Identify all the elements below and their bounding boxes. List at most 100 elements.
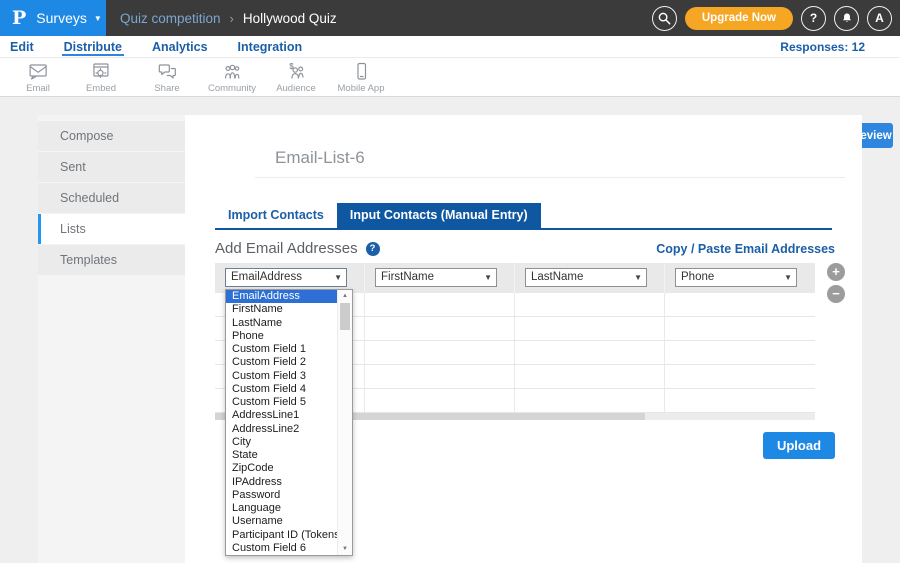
minus-icon: − [832, 286, 840, 301]
field-dropdown-list: EmailAddress FirstName LastName Phone Cu… [225, 289, 353, 556]
account-avatar[interactable]: A [867, 6, 892, 31]
remove-row-button[interactable]: − [827, 285, 845, 303]
contact-cell[interactable] [665, 389, 815, 412]
dropdown-option-addressline2[interactable]: AddressLine2 [226, 423, 337, 436]
nav-item-analytics[interactable]: Analytics [150, 39, 210, 56]
sidebar-item-compose[interactable]: Compose [38, 121, 185, 151]
dropdown-option-custom-field-2[interactable]: Custom Field 2 [226, 356, 337, 369]
contact-cell[interactable] [665, 317, 815, 340]
tool-mobile-app[interactable]: Mobile App [337, 61, 384, 94]
dropdown-option-custom-field-1[interactable]: Custom Field 1 [226, 343, 337, 356]
tool-share[interactable]: Share [154, 61, 179, 94]
sidebar-item-label: Sent [60, 160, 86, 174]
responses-count[interactable]: Responses: 12 [780, 36, 865, 58]
questionpro-logo-icon: P [12, 7, 26, 29]
contact-cell[interactable] [365, 365, 515, 388]
select-caret-icon: ▼ [784, 269, 792, 286]
help-tooltip-icon[interactable]: ? [366, 242, 380, 256]
distribute-toolbar: Email Embed Share Community $ Audience M… [0, 58, 900, 97]
email-panel: Compose Sent Scheduled Lists Templates E… [38, 115, 862, 563]
dropdown-option-custom-field-3[interactable]: Custom Field 3 [226, 370, 337, 383]
contact-cell[interactable] [665, 341, 815, 364]
app-window: P Surveys ▼ Quiz competition › Hollywood… [0, 0, 900, 563]
field-select-column-2[interactable]: FirstName ▼ [375, 268, 497, 287]
sidebar-item-scheduled[interactable]: Scheduled [38, 183, 185, 213]
notifications-button[interactable] [834, 6, 859, 31]
tool-email[interactable]: Email [26, 61, 50, 94]
add-row-button[interactable]: + [827, 263, 845, 281]
contact-cell[interactable] [515, 341, 665, 364]
tool-audience[interactable]: $ Audience [276, 61, 316, 94]
nav-item-distribute[interactable]: Distribute [62, 39, 124, 56]
tool-label: Mobile App [337, 83, 384, 94]
chevron-down-icon: ▼ [94, 14, 102, 23]
surveys-menu[interactable]: P Surveys ▼ [0, 0, 106, 36]
field-select-column-4[interactable]: Phone ▼ [675, 268, 797, 287]
contact-cell[interactable] [515, 317, 665, 340]
tool-community[interactable]: Community [208, 61, 256, 94]
dropdown-scrollbar[interactable]: ▲ ▼ [337, 290, 352, 555]
dropdown-option-emailaddress[interactable]: EmailAddress [226, 290, 337, 303]
help-button[interactable]: ? [801, 6, 826, 31]
search-button[interactable] [652, 6, 677, 31]
breadcrumb-separator-icon: › [230, 11, 234, 26]
sidebar-item-templates[interactable]: Templates [38, 245, 185, 275]
field-select-column-1[interactable]: EmailAddress ▼ [225, 268, 347, 287]
contact-cell[interactable] [515, 293, 665, 316]
scroll-up-icon[interactable]: ▲ [338, 290, 352, 302]
dropdown-option-state[interactable]: State [226, 449, 337, 462]
tab-import-contacts[interactable]: Import Contacts [215, 203, 337, 228]
dropdown-option-ipaddress[interactable]: IPAddress [226, 476, 337, 489]
contact-cell[interactable] [365, 317, 515, 340]
tab-input-contacts-manual[interactable]: Input Contacts (Manual Entry) [337, 203, 541, 228]
contact-cell[interactable] [665, 365, 815, 388]
sidebar-item-sent[interactable]: Sent [38, 152, 185, 182]
nav-item-edit[interactable]: Edit [8, 39, 36, 56]
dropdown-option-custom-field-4[interactable]: Custom Field 4 [226, 383, 337, 396]
upgrade-now-button[interactable]: Upgrade Now [685, 7, 793, 30]
header-cell: LastName ▼ [515, 263, 665, 293]
field-select-column-3[interactable]: LastName ▼ [525, 268, 647, 287]
contact-cell[interactable] [515, 365, 665, 388]
topbar-actions: Upgrade Now ? A [652, 0, 892, 36]
dropdown-option-custom-field-6[interactable]: Custom Field 6 [226, 542, 337, 555]
sidebar-item-lists[interactable]: Lists [38, 214, 185, 244]
list-title: Email-List-6 [275, 148, 365, 168]
dropdown-option-zipcode[interactable]: ZipCode [226, 462, 337, 475]
contact-cell[interactable] [365, 389, 515, 412]
breadcrumb-survey-name[interactable]: Quiz competition [120, 11, 221, 26]
dropdown-option-custom-field-5[interactable]: Custom Field 5 [226, 396, 337, 409]
sidebar-item-label: Compose [60, 129, 114, 143]
bell-icon [840, 11, 854, 25]
sidebar-item-label: Templates [60, 253, 117, 267]
avatar-initial: A [875, 11, 884, 25]
embed-icon [90, 61, 112, 82]
dropdown-option-username[interactable]: Username [226, 515, 337, 528]
tool-label: Embed [86, 83, 116, 94]
scrollbar-thumb[interactable] [340, 303, 350, 330]
nav-items: Edit Distribute Analytics Integration [8, 36, 304, 58]
dropdown-option-firstname[interactable]: FirstName [226, 303, 337, 316]
contact-cell[interactable] [665, 293, 815, 316]
contact-cell[interactable] [365, 293, 515, 316]
dropdown-option-phone[interactable]: Phone [226, 330, 337, 343]
upload-button[interactable]: Upload [763, 432, 835, 459]
dropdown-option-participant-id[interactable]: Participant ID (Tokens) [226, 529, 337, 542]
nav-item-integration[interactable]: Integration [236, 39, 305, 56]
dropdown-option-password[interactable]: Password [226, 489, 337, 502]
tool-embed[interactable]: Embed [86, 61, 116, 94]
selected-field: LastName [531, 271, 583, 283]
dropdown-option-lastname[interactable]: LastName [226, 317, 337, 330]
sidebar-item-label: Scheduled [60, 191, 119, 205]
tool-label: Share [154, 83, 179, 94]
scroll-down-icon[interactable]: ▼ [338, 543, 352, 555]
copy-paste-email-link[interactable]: Copy / Paste Email Addresses [656, 242, 835, 256]
dropdown-option-language[interactable]: Language [226, 502, 337, 515]
contacts-tabs: Import Contacts Input Contacts (Manual E… [215, 203, 541, 228]
topbar: P Surveys ▼ Quiz competition › Hollywood… [0, 0, 900, 36]
dropdown-option-city[interactable]: City [226, 436, 337, 449]
contact-cell[interactable] [365, 341, 515, 364]
contact-cell[interactable] [515, 389, 665, 412]
community-icon [221, 61, 243, 82]
dropdown-option-addressline1[interactable]: AddressLine1 [226, 409, 337, 422]
